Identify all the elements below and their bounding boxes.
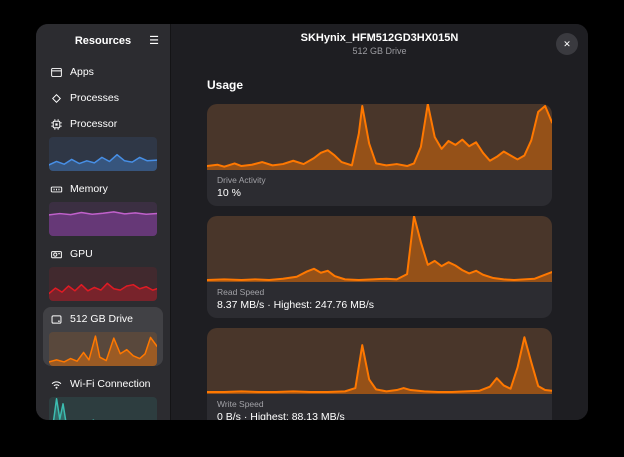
sidebar-header: Resources ☰ [36,24,170,58]
read-speed-chart [207,216,552,282]
sidebar-item-processes[interactable]: Processes [43,86,163,110]
drive-mini-chart [49,332,157,366]
header-bar: SKHynix_HFM512GD3HX015N 512 GB Drive ✕ [171,24,588,64]
sidebar-title: Resources [75,35,131,47]
sidebar-item-label: Memory [70,183,108,195]
write-speed-card: Write Speed 0 B/s · Highest: 88.13 MB/s [207,328,552,420]
sidebar-item-memory[interactable]: Memory [43,177,163,236]
processor-icon [49,117,63,131]
desktop-background: Resources ☰ Apps [0,0,624,457]
sidebar-item-wifi[interactable]: Wi-Fi Connection [43,372,163,420]
sidebar-item-processor[interactable]: Processor [43,112,163,171]
sidebar-item-apps[interactable]: Apps [43,60,163,84]
drive-activity-chart [207,104,552,170]
resources-window: Resources ☰ Apps [36,24,588,420]
write-speed-chart [207,328,552,394]
memory-mini-chart [49,202,157,236]
gpu-mini-chart [49,267,157,301]
usage-section: Usage Drive Activity 10 % Read Speed 8.3… [171,64,588,420]
drive-icon [49,312,63,326]
read-speed-card: Read Speed 8.37 MB/s · Highest: 247.76 M… [207,216,552,318]
sidebar-item-label: 512 GB Drive [70,313,133,325]
read-speed-value: 8.37 MB/s · Highest: 247.76 MB/s [217,299,542,311]
write-speed-label: Write Speed [217,399,542,409]
apps-icon [49,65,63,79]
sidebar-item-label: Processor [70,118,117,130]
memory-icon [49,182,63,196]
main-panel: SKHynix_HFM512GD3HX015N 512 GB Drive ✕ U… [171,24,588,420]
processor-mini-chart [49,137,157,171]
main-menu-button[interactable]: ☰ [144,31,164,51]
drive-activity-card: Drive Activity 10 % [207,104,552,206]
window-subtitle: 512 GB Drive [301,46,459,57]
sidebar-item-drive[interactable]: 512 GB Drive [43,307,163,366]
sidebar-item-gpu[interactable]: GPU [43,242,163,301]
gpu-icon [49,247,63,261]
wifi-icon [49,377,63,391]
sidebar-item-label: Apps [70,66,94,78]
sidebar-list: Apps Processes [36,58,170,420]
close-icon: ✕ [563,39,571,50]
title-block: SKHynix_HFM512GD3HX015N 512 GB Drive [301,32,459,57]
hamburger-menu-icon: ☰ [149,35,159,47]
sidebar-item-label: Wi-Fi Connection [70,378,151,390]
window-title: SKHynix_HFM512GD3HX015N [301,32,459,45]
processes-icon [49,91,63,105]
drive-activity-label: Drive Activity [217,175,542,185]
close-button[interactable]: ✕ [556,33,578,55]
sidebar-item-label: Processes [70,92,119,104]
usage-section-title: Usage [207,78,552,92]
sidebar-item-label: GPU [70,248,93,260]
write-speed-value: 0 B/s · Highest: 88.13 MB/s [217,411,542,420]
wifi-mini-chart [49,397,157,420]
sidebar: Resources ☰ Apps [36,24,171,420]
read-speed-label: Read Speed [217,287,542,297]
drive-activity-value: 10 % [217,187,542,199]
